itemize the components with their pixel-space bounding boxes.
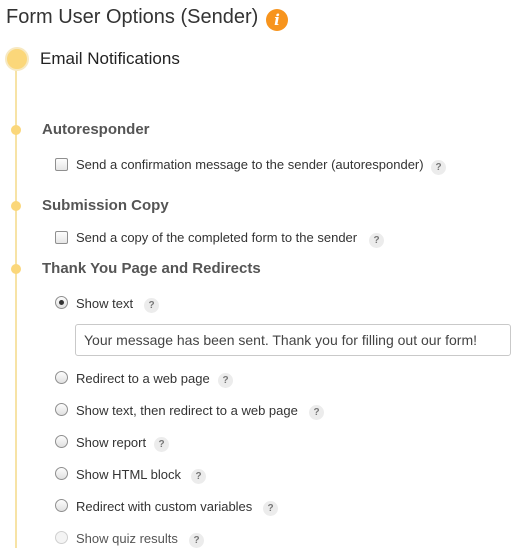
radio-label[interactable]: Show HTML block <box>76 467 181 482</box>
help-icon-autoresponder[interactable]: ? <box>431 160 446 175</box>
radio-label[interactable]: Redirect with custom variables <box>76 499 252 514</box>
subsection-title-submission-copy: Submission Copy <box>42 197 169 214</box>
autoresponder-label[interactable]: Send a confirmation message to the sende… <box>76 157 424 172</box>
timeline-dot-submission-copy <box>11 201 21 211</box>
timeline-dot-thank-you <box>11 264 21 274</box>
page-title: Form User Options (Sender) <box>6 6 259 28</box>
radio-label[interactable]: Show report <box>76 435 146 450</box>
subsection-title-thank-you: Thank You Page and Redirects <box>42 260 261 277</box>
timeline-dot-autoresponder <box>11 125 21 135</box>
radio-label: Show quiz results <box>76 531 178 546</box>
help-icon[interactable]: ? <box>309 405 324 420</box>
thank-you-message-input[interactable]: Your message has been sent. Thank you fo… <box>75 324 511 356</box>
radio-button[interactable] <box>55 371 68 384</box>
radio-label[interactable]: Show text <box>76 296 133 311</box>
info-icon[interactable]: i <box>266 9 288 31</box>
submission-copy-label[interactable]: Send a copy of the completed form to the… <box>76 230 357 245</box>
help-icon[interactable]: ? <box>218 373 233 388</box>
radio-button[interactable] <box>55 435 68 448</box>
help-icon-submission-copy[interactable]: ? <box>369 233 384 248</box>
section-marker-email-notifications <box>5 47 29 71</box>
radio-button[interactable] <box>55 403 68 416</box>
help-icon[interactable]: ? <box>144 298 159 313</box>
radio-button[interactable] <box>55 296 68 309</box>
help-icon[interactable]: ? <box>191 469 206 484</box>
autoresponder-checkbox[interactable] <box>55 158 68 171</box>
radio-label[interactable]: Show text, then redirect to a web page <box>76 403 298 418</box>
radio-button[interactable] <box>55 467 68 480</box>
subsection-title-autoresponder: Autoresponder <box>42 121 150 138</box>
help-icon[interactable]: ? <box>189 533 204 548</box>
help-icon[interactable]: ? <box>263 501 278 516</box>
radio-label[interactable]: Redirect to a web page <box>76 371 210 386</box>
help-icon[interactable]: ? <box>154 437 169 452</box>
radio-button[interactable] <box>55 499 68 512</box>
submission-copy-checkbox[interactable] <box>55 231 68 244</box>
section-title-email-notifications: Email Notifications <box>40 49 180 68</box>
timeline-line <box>15 68 17 548</box>
radio-button <box>55 531 68 544</box>
